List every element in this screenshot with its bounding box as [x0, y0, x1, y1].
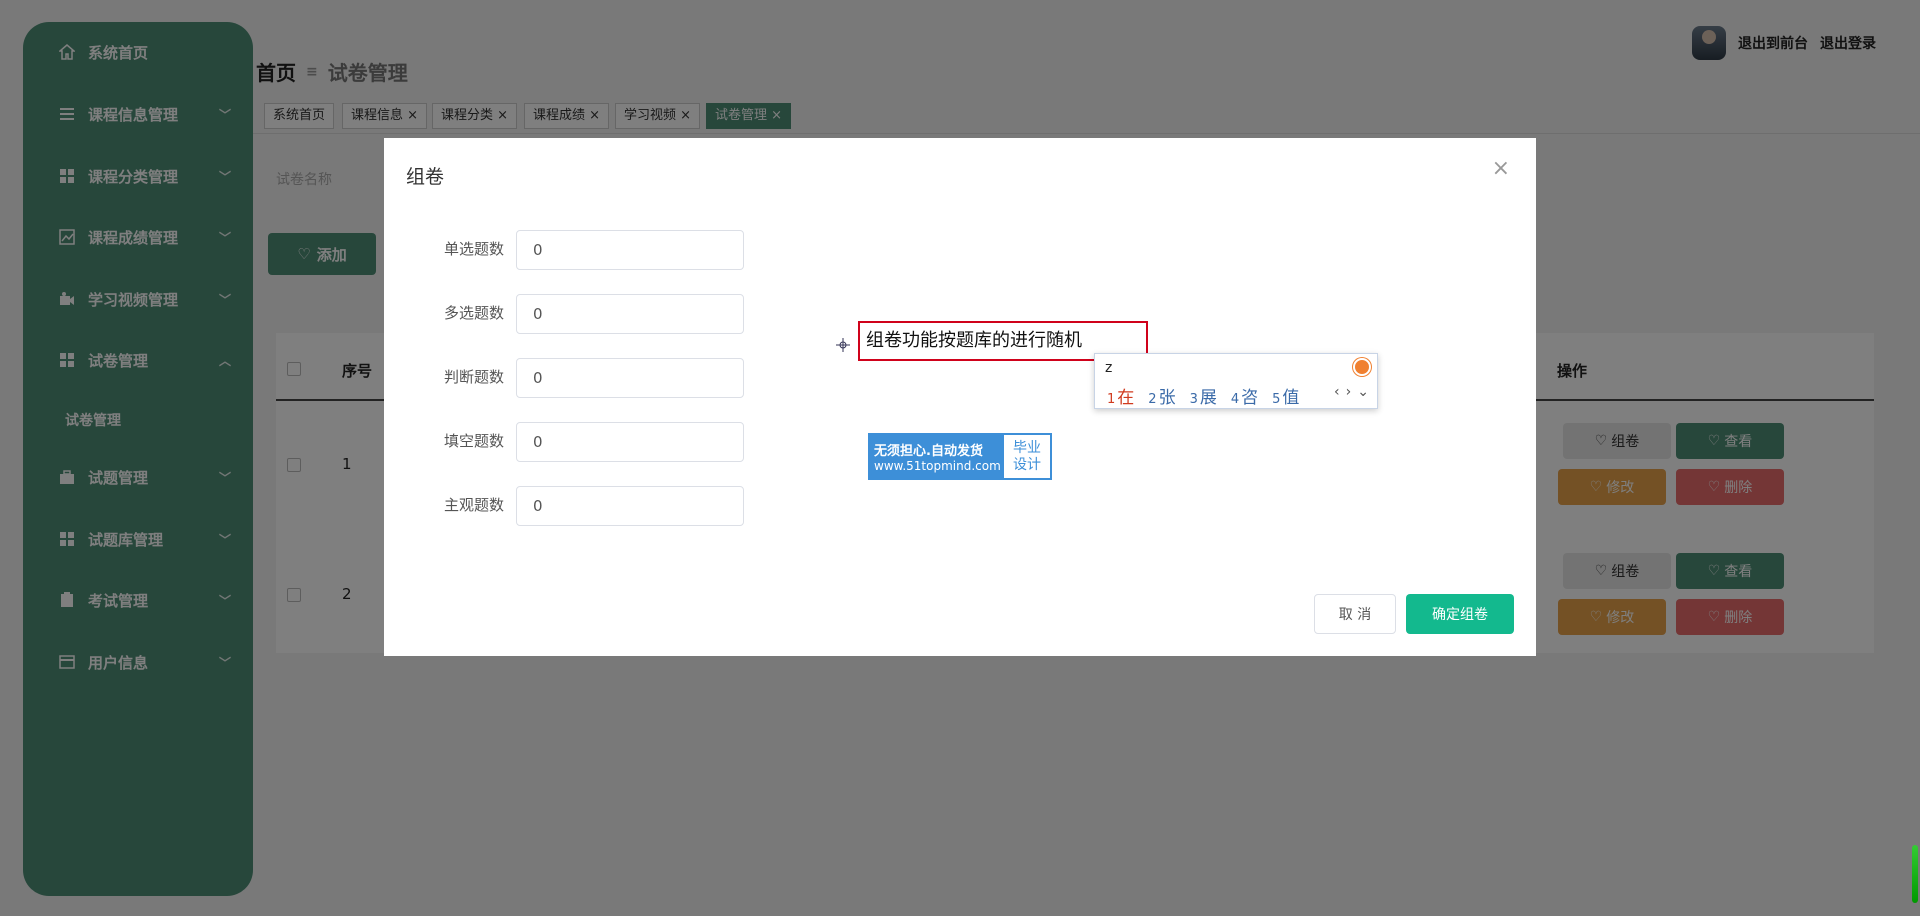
ime-candidate-char: 张	[1158, 388, 1176, 408]
badge-left: 无须担心.自动发货 www.51topmind.com	[870, 435, 1004, 478]
ime-candidate-char: 值	[1282, 388, 1300, 408]
crosshair-icon	[836, 338, 850, 352]
multi-choice-input[interactable]: 0	[516, 294, 744, 334]
ime-composition: z	[1105, 360, 1113, 376]
single-choice-input[interactable]: 0	[516, 230, 744, 270]
scroll-indicator	[1912, 845, 1918, 903]
watermark-badge: 无须担心.自动发货 www.51topmind.com 毕业 设计	[868, 433, 1052, 480]
ime-candidate[interactable]: 2张	[1148, 383, 1175, 408]
chevron-down-icon[interactable]: ⌄	[1357, 384, 1369, 400]
fill-blank-input[interactable]: 0	[516, 422, 744, 462]
ime-candidate-window: z 1在 2张 3展 4咨 5值 ‹ › ⌄	[1094, 353, 1378, 409]
confirm-compose-button[interactable]: 确定组卷	[1406, 594, 1514, 634]
subjective-input[interactable]: 0	[516, 486, 744, 526]
single-choice-label: 单选题数	[443, 240, 504, 258]
true-false-input[interactable]: 0	[516, 358, 744, 398]
dialog-title: 组卷	[406, 166, 445, 188]
badge-text-2: 设计	[1013, 456, 1041, 473]
cancel-button[interactable]: 取 消	[1314, 594, 1396, 634]
ime-candidate-char: 咨	[1241, 388, 1259, 408]
fill-blank-label: 填空题数	[443, 432, 504, 450]
ime-candidate[interactable]: 3展	[1190, 383, 1217, 408]
subjective-label: 主观题数	[443, 496, 504, 514]
ime-nav: ‹ › ⌄	[1334, 384, 1369, 400]
ime-candidate-number: 5	[1272, 392, 1281, 407]
badge-text-1: 毕业	[1013, 439, 1041, 456]
ime-candidate[interactable]: 1在	[1107, 383, 1134, 408]
ime-candidate-number: 2	[1148, 392, 1157, 407]
ime-candidate-char: 展	[1199, 388, 1217, 408]
ime-candidate-char: 在	[1117, 388, 1135, 408]
close-icon[interactable]: ×	[1492, 156, 1510, 181]
chevron-left-icon[interactable]: ‹	[1334, 384, 1340, 400]
badge-right: 毕业 设计	[1004, 435, 1050, 478]
true-false-label: 判断题数	[443, 368, 504, 386]
chevron-right-icon[interactable]: ›	[1346, 384, 1352, 400]
multi-choice-label: 多选题数	[443, 304, 504, 322]
ime-candidate[interactable]: 5值	[1272, 383, 1299, 408]
ime-candidate-number: 4	[1230, 392, 1240, 407]
ime-candidate[interactable]: 4咨	[1231, 383, 1258, 408]
ime-candidate-number: 1	[1107, 392, 1116, 407]
badge-slogan: 无须担心.自动发货	[874, 444, 983, 459]
ime-logo-icon	[1353, 358, 1371, 376]
badge-url: www.51topmind.com	[874, 459, 1001, 473]
ime-candidates: 1在 2张 3展 4咨 5值	[1107, 383, 1299, 408]
ime-candidate-number: 3	[1189, 392, 1198, 407]
